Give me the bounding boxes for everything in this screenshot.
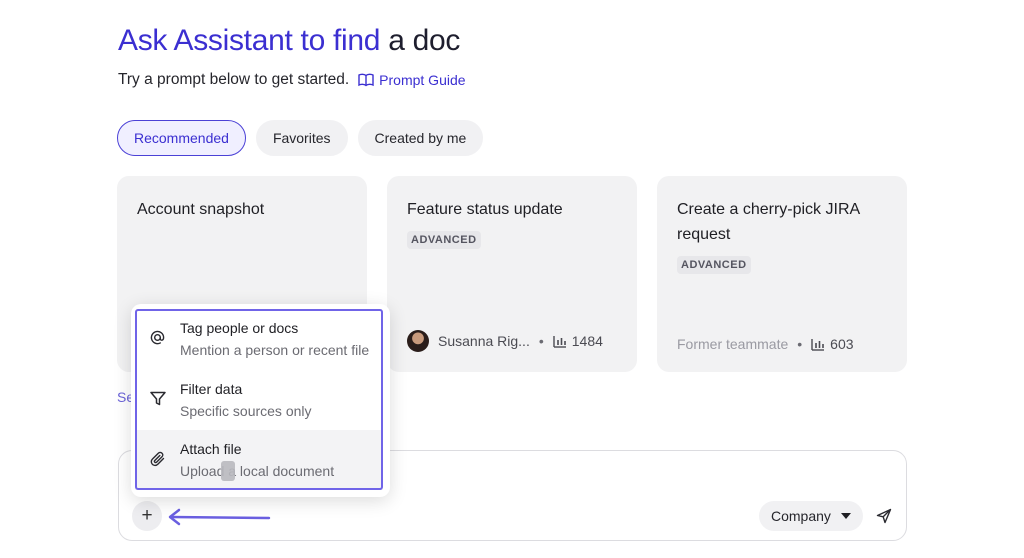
tab-created-by-me[interactable]: Created by me (357, 120, 484, 156)
menu-item-tag[interactable]: Tag people or docs Mention a person or r… (135, 309, 383, 369)
scope-dropdown[interactable]: Company (759, 501, 863, 531)
at-icon (150, 330, 165, 345)
menu-item-label: Filter data (180, 381, 243, 397)
bar-chart-icon (553, 335, 566, 348)
card-author: Former teammate (677, 336, 789, 352)
usage-count: 1484 (571, 333, 603, 349)
advanced-badge: ADVANCED (677, 256, 751, 274)
scope-label: Company (771, 508, 831, 524)
card-footer: Susanna Rig... • 1484 (407, 330, 603, 352)
prompt-guide-label: Prompt Guide (379, 72, 466, 88)
card-title: Feature status update (407, 201, 563, 218)
menu-item-desc: Mention a person or recent file (180, 342, 370, 358)
card-footer: Former teammate • 603 (677, 336, 854, 352)
paperclip-icon (150, 451, 164, 467)
menu-item-label: Attach file (180, 441, 242, 457)
prompt-tabs: Recommended Favorites Created by me (117, 120, 484, 156)
card-title: Account snapshot (137, 201, 265, 218)
arrow-annotation (168, 508, 271, 526)
filter-icon (149, 391, 166, 406)
mouse-cursor (221, 461, 235, 481)
usage-stat: 1484 (553, 333, 603, 349)
caret-down-icon (840, 513, 851, 519)
menu-item-label: Tag people or docs (180, 320, 299, 336)
page-title-accent: Ask Assistant to find (118, 24, 381, 57)
book-icon (358, 73, 374, 87)
separator-dot: • (538, 333, 544, 349)
menu-item-desc: Upload a local document (180, 463, 335, 479)
usage-stat: 603 (811, 336, 854, 352)
card-title: Create a cherry-pick JIRA request (677, 201, 860, 243)
tab-recommended[interactable]: Recommended (117, 120, 246, 156)
prompt-card-feature-status[interactable]: Feature status update ADVANCED Susanna R… (387, 176, 637, 372)
page-title: Ask Assistant to find a doc (118, 24, 460, 58)
page-title-rest: a doc (380, 24, 461, 57)
prompt-guide-link[interactable]: Prompt Guide (358, 72, 466, 88)
page-subtitle: Try a prompt below to get started. Promp… (118, 71, 466, 89)
add-button[interactable]: + (132, 501, 162, 531)
bar-chart-icon (811, 338, 825, 351)
send-icon[interactable] (876, 508, 892, 524)
menu-item-desc: Specific sources only (180, 403, 312, 419)
menu-item-filter[interactable]: Filter data Specific sources only (135, 370, 383, 430)
advanced-badge: ADVANCED (407, 231, 481, 249)
card-author: Susanna Rig... (438, 333, 530, 349)
avatar (407, 330, 429, 352)
usage-count: 603 (830, 336, 854, 352)
menu-item-attach[interactable]: Attach file Upload a local document (135, 430, 383, 490)
separator-dot: • (797, 336, 803, 352)
prompt-card-cherry-pick[interactable]: Create a cherry-pick JIRA request ADVANC… (657, 176, 907, 372)
tab-favorites[interactable]: Favorites (255, 120, 348, 156)
subtitle-text: Try a prompt below to get started. (118, 71, 350, 88)
